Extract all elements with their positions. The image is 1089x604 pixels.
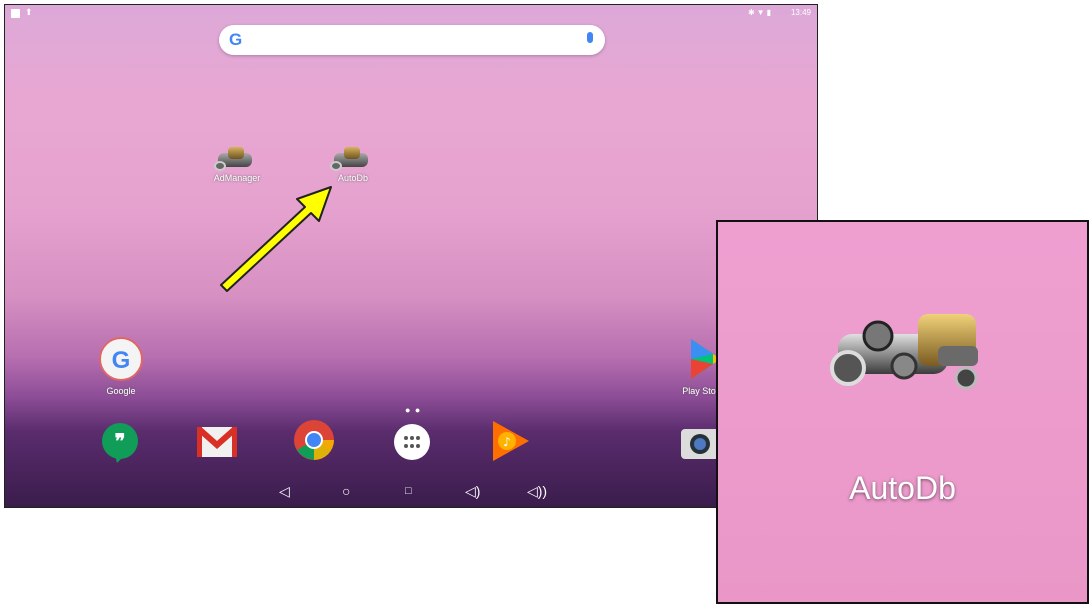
app-label: Google bbox=[106, 386, 136, 396]
volume-down-icon[interactable]: ◁) bbox=[465, 483, 480, 500]
yellow-arrow-annotation bbox=[220, 186, 332, 292]
recents-icon[interactable]: □ bbox=[405, 485, 412, 497]
volume-up-icon[interactable]: ◁)) bbox=[527, 483, 547, 500]
google-icon: G bbox=[99, 337, 143, 381]
zoom-inset: AutoDb bbox=[716, 220, 1089, 604]
navigation-bar: ◁ ○ □ ◁) ◁)) bbox=[5, 477, 817, 507]
status-bar: ⬆ ✱▼▮ 13:49 bbox=[5, 5, 817, 23]
engine-icon bbox=[830, 314, 978, 390]
upload-icon: ⬆ bbox=[25, 7, 33, 17]
svg-text:❞: ❞ bbox=[115, 431, 126, 453]
android-home-screen: ⬆ ✱▼▮ 13:49 G AdManager AutoDb G Google bbox=[4, 4, 818, 508]
svg-text:G: G bbox=[112, 347, 131, 374]
app-label: AutoDb bbox=[337, 173, 369, 183]
engine-icon bbox=[330, 147, 376, 173]
app-google[interactable]: G Google bbox=[93, 337, 149, 396]
back-icon[interactable]: ◁ bbox=[279, 483, 290, 500]
home-icon[interactable]: ○ bbox=[342, 483, 350, 499]
app-autodb[interactable]: AutoDb bbox=[321, 147, 385, 183]
google-logo-icon: G bbox=[229, 30, 243, 49]
svg-text:♪: ♪ bbox=[503, 435, 511, 449]
zoom-app-label: AutoDb bbox=[849, 470, 956, 506]
gmail-icon[interactable] bbox=[195, 421, 237, 463]
page-indicator: ● ● bbox=[405, 405, 422, 415]
notification-icon bbox=[11, 9, 20, 18]
app-label: AdManager bbox=[213, 173, 261, 183]
app-admanager[interactable]: AdManager bbox=[205, 147, 269, 183]
engine-icon bbox=[214, 147, 260, 173]
play-music-icon[interactable]: ♪ bbox=[489, 419, 531, 461]
hangouts-icon[interactable]: ❞ bbox=[99, 421, 141, 463]
google-search-bar[interactable]: G bbox=[219, 25, 605, 55]
app-drawer-icon[interactable] bbox=[391, 421, 433, 463]
chrome-icon[interactable] bbox=[293, 419, 335, 461]
mic-icon[interactable] bbox=[587, 32, 593, 43]
status-icons: ✱▼▮ bbox=[747, 8, 773, 17]
clock: 13:49 bbox=[790, 8, 811, 17]
camera-icon[interactable] bbox=[679, 423, 721, 465]
